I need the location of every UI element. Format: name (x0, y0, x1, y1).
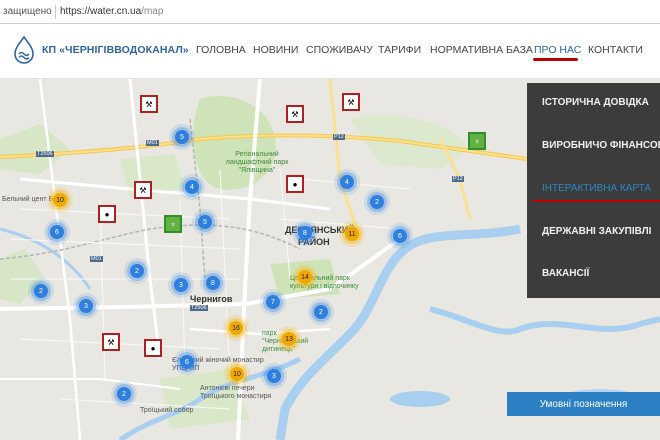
active-nav-underline (533, 58, 578, 61)
street (128, 79, 162, 360)
nav-home[interactable]: ГОЛОВНА (196, 44, 246, 56)
lake (390, 391, 450, 407)
map-cluster[interactable]: 16 (229, 321, 243, 335)
road-badge-p12-2: P12 (452, 176, 464, 182)
menu-item-vacancies[interactable]: ВАКАНСІЇ (542, 268, 589, 279)
url-text[interactable]: https://water.cn.ua/map (60, 6, 163, 17)
map-cluster[interactable]: 8 (298, 226, 312, 240)
brand-name[interactable]: КП «ЧЕРНІГІВВОДОКАНАЛ» (42, 44, 189, 56)
url-path: /map (141, 6, 164, 17)
map-cluster[interactable]: 13 (282, 332, 296, 346)
nav-news[interactable]: НОВИНИ (253, 44, 298, 56)
menu-item-financial[interactable]: ВИРОБНИЧО ФІНАНСОВІ П (542, 140, 660, 151)
map-cluster[interactable]: 4 (340, 175, 354, 189)
map-cluster[interactable]: 6 (180, 355, 194, 369)
pechery-label: Антонієві печери Троїцького монастиря (200, 385, 272, 400)
legend-button[interactable]: Умовні позначення (507, 392, 660, 416)
map-cluster[interactable]: 6 (393, 229, 407, 243)
worker-facility-icon[interactable]: ⚒ (134, 181, 152, 199)
worker-facility-icon[interactable]: ⚒ (342, 93, 360, 111)
map-cluster[interactable]: 2 (117, 387, 131, 401)
pump-station-icon[interactable]: ● (98, 205, 116, 223)
map-cluster[interactable]: 2 (314, 305, 328, 319)
nav-regulations[interactable]: НОРМАТИВНА БАЗА (430, 44, 533, 56)
worker-facility-icon[interactable]: ⚒ (286, 105, 304, 123)
map-cluster[interactable]: 4 (185, 180, 199, 194)
street (0, 378, 181, 390)
street (38, 79, 82, 440)
nav-tariffs[interactable]: ТАРИФИ (378, 44, 421, 56)
nav-contacts[interactable]: КОНТАКТИ (588, 44, 643, 56)
map-cluster[interactable]: 6 (50, 225, 64, 239)
water-tower-icon[interactable]: ♆ (164, 215, 182, 233)
menu-item-interactive-map[interactable]: ІНТЕРАКТИВНА КАРТА (542, 183, 651, 194)
map-cluster[interactable]: 8 (206, 276, 220, 290)
map-cluster[interactable]: 2 (34, 284, 48, 298)
park-yalivshchyna-label: Регіональний ландшафтний парк "Ялівщина" (225, 151, 289, 174)
address-separator (55, 4, 56, 19)
water-drop-logo-icon[interactable] (12, 36, 36, 64)
map-cluster[interactable]: 5 (198, 215, 212, 229)
map-cluster[interactable]: 5 (175, 130, 189, 144)
map-cluster[interactable]: 7 (266, 295, 280, 309)
sobor-label: Троїцький собор (140, 407, 194, 414)
site-header: КП «ЧЕРНІГІВВОДОКАНАЛ» ГОЛОВНА НОВИНИ СП… (0, 24, 660, 79)
nav-consumer[interactable]: СПОЖИВАЧУ (306, 44, 373, 56)
nav-about[interactable]: ПРО НАС (534, 44, 581, 56)
active-menu-underline (533, 200, 660, 202)
worker-facility-icon[interactable]: ⚒ (140, 95, 158, 113)
map-cluster[interactable]: 10 (230, 367, 244, 381)
road-badge-p12: P12 (333, 134, 345, 140)
map-cluster[interactable]: 10 (53, 193, 67, 207)
water-tower-icon[interactable]: ♆ (468, 132, 486, 150)
pump-station-icon[interactable]: ● (286, 175, 304, 193)
park-area (192, 95, 276, 190)
secure-label: защищено (3, 6, 52, 17)
about-dropdown-menu: ІСТОРИЧНА ДОВІДКА ВИРОБНИЧО ФІНАНСОВІ П … (527, 83, 660, 298)
railway (0, 224, 301, 260)
map-cluster[interactable]: 14 (298, 270, 312, 284)
map-cluster[interactable]: 3 (79, 299, 93, 313)
map-cluster[interactable]: 2 (130, 264, 144, 278)
city-label: Чернигов (190, 294, 233, 304)
road-badge-t2506-2: T2506 (190, 305, 208, 311)
worker-facility-icon[interactable]: ⚒ (102, 333, 120, 351)
menu-item-procurement[interactable]: ДЕРЖАВНІ ЗАКУПІВЛІ (542, 226, 651, 237)
map-cluster[interactable]: 3 (174, 278, 188, 292)
river-branch (429, 306, 660, 335)
pump-station-icon[interactable]: ● (144, 339, 162, 357)
address-bar[interactable]: защищено https://water.cn.ua/map (0, 0, 660, 24)
road-badge-t2506: T2506 (36, 151, 54, 157)
url-host: https://water.cn.ua (60, 6, 142, 17)
road-badge-m01-2: M01 (90, 256, 103, 262)
park-area (0, 124, 70, 174)
menu-item-history[interactable]: ІСТОРИЧНА ДОВІДКА (542, 97, 649, 108)
map-cluster[interactable]: 3 (267, 369, 281, 383)
map-cluster[interactable]: 11 (345, 227, 359, 241)
road-badge-m01: M01 (146, 140, 159, 146)
map-cluster[interactable]: 2 (370, 195, 384, 209)
